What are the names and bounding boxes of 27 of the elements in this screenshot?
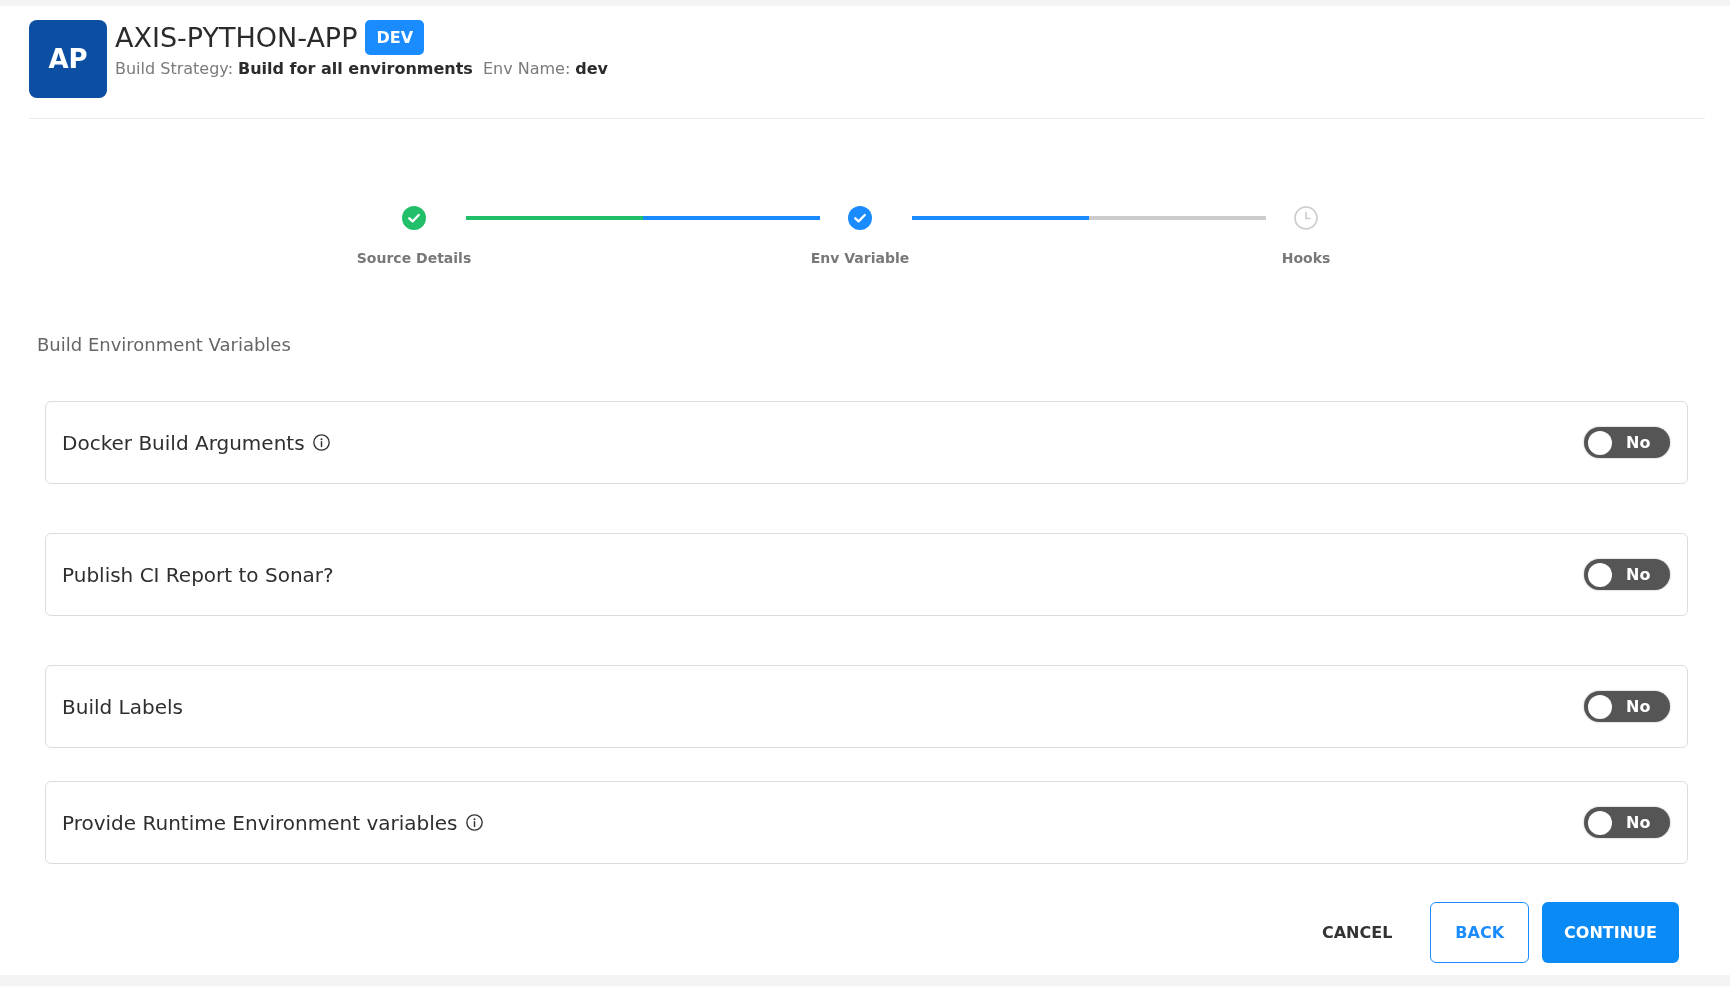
option-label: Provide Runtime Environment variables — [62, 809, 458, 837]
step-label: Source Details — [356, 249, 472, 268]
meta-value: Build for all environments — [238, 58, 473, 80]
switch-knob-icon — [1588, 562, 1612, 587]
info-icon[interactable] — [465, 814, 483, 831]
app-title: AXIS-PYTHON-APP — [115, 21, 358, 55]
option-label: Docker Build Arguments — [62, 429, 305, 457]
step-label: Hooks — [1281, 249, 1331, 268]
section-title: Build Environment Variables — [37, 334, 291, 356]
env-badge: DEV — [365, 20, 424, 55]
switch-knob-icon — [1588, 694, 1612, 719]
step-label: Env Variable — [810, 249, 910, 268]
meta-value: dev — [575, 58, 608, 80]
option-label: Publish CI Report to Sonar? — [62, 561, 334, 589]
toggle-switch[interactable]: No — [1584, 691, 1670, 722]
switch-knob-icon — [1588, 810, 1612, 835]
switch-knob-icon — [1588, 430, 1612, 455]
cancel-button[interactable]: CANCEL — [1303, 902, 1411, 963]
info-icon[interactable] — [312, 434, 330, 451]
app-initials-avatar: AP — [29, 20, 107, 98]
toggle-switch[interactable]: No — [1584, 427, 1670, 458]
toggle-switch[interactable]: No — [1584, 807, 1670, 838]
meta-label: Env Name: — [482, 58, 571, 80]
meta-label: Build Strategy: — [115, 58, 234, 80]
continue-button[interactable]: CONTINUE — [1542, 902, 1679, 963]
option-label: Build Labels — [62, 693, 183, 721]
toggle-switch[interactable]: No — [1584, 559, 1670, 590]
